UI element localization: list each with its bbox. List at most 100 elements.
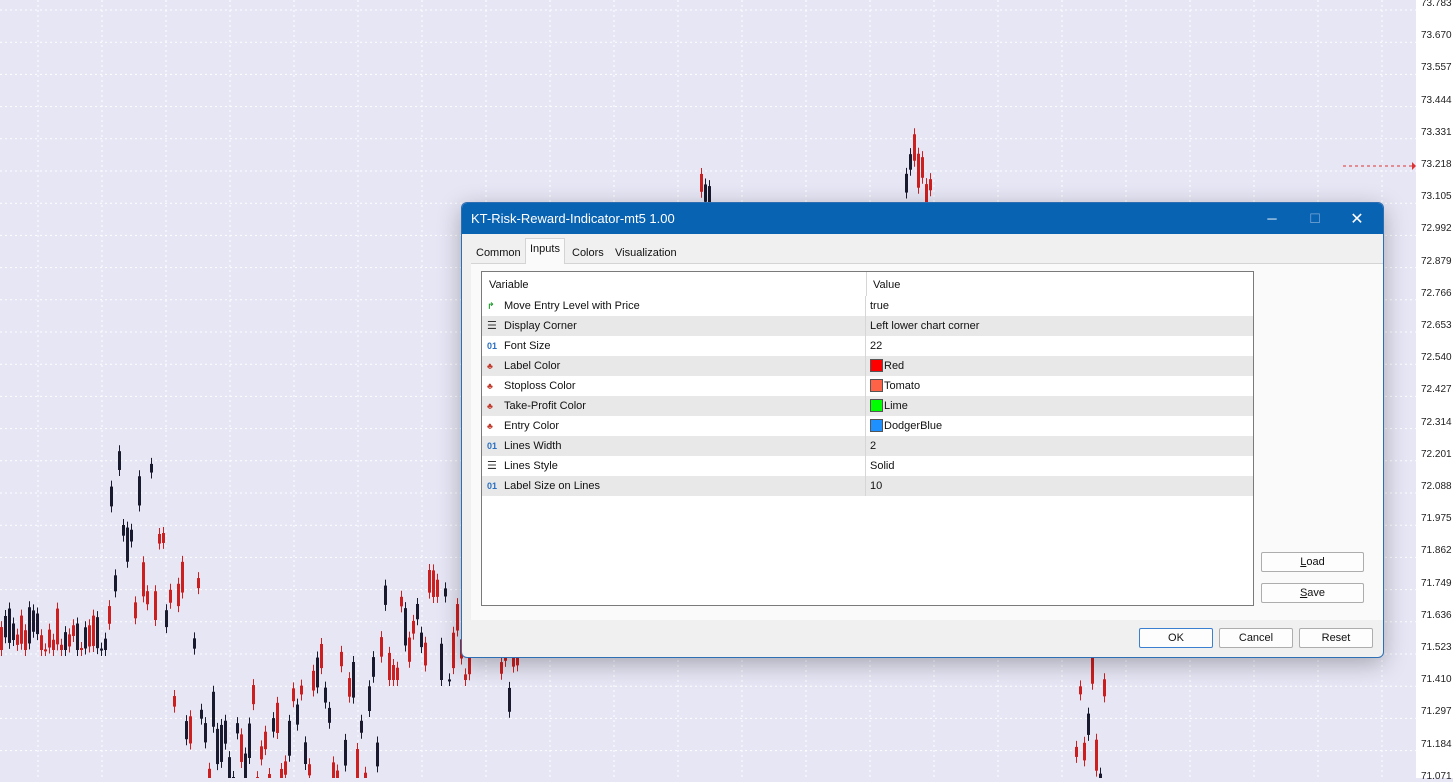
value-cell[interactable]: Left lower chart corner [866,316,1253,336]
variable-cell[interactable]: 01 Label Size on Lines [482,476,866,496]
table-row[interactable]: ↱ Move Entry Level with Price true [482,296,1253,316]
price-tick-label: 73.557 [1421,62,1452,74]
enum-list-icon: ☰ [487,460,497,472]
value-cell[interactable]: Tomato [866,376,1253,396]
variable-value: Lime [884,400,908,412]
variable-name: Label Size on Lines [504,480,601,492]
color-palette-icon: ♣ [487,421,493,431]
value-cell[interactable]: DodgerBlue [866,416,1253,436]
integer-01-icon: 01 [487,341,498,351]
variable-cell[interactable]: 01 Font Size [482,336,866,356]
inputs-table: Variable Value ↱ Move Entry Level with Pr… [481,271,1254,606]
maximize-icon: ☐ [1309,210,1321,226]
value-cell[interactable]: true [866,296,1253,316]
variable-value: 22 [870,340,883,352]
value-cell[interactable]: 10 [866,476,1253,496]
value-cell[interactable]: 2 [866,436,1253,456]
reset-button[interactable]: Reset [1299,628,1373,648]
table-row[interactable]: ♣ Stoploss Color Tomato [482,376,1253,396]
ok-button[interactable]: OK [1139,628,1213,648]
value-cell[interactable]: Lime [866,396,1253,416]
indicator-properties-dialog: KT-Risk-Reward-Indicator-mt5 1.00 ─ ☐ ✕ … [461,202,1384,658]
color-palette-icon: ♣ [487,401,493,411]
variable-cell[interactable]: ♣ Entry Color [482,416,866,436]
price-tick-label: 72.879 [1421,255,1452,267]
variable-cell[interactable]: 01 Lines Width [482,436,866,456]
price-tick-label: 71.184 [1421,738,1452,750]
price-tick-label: 73.331 [1421,126,1452,138]
variable-cell[interactable]: ♣ Label Color [482,356,866,376]
table-row[interactable]: ♣ Label Color Red [482,356,1253,376]
variable-name: Display Corner [504,320,577,332]
variable-value: Left lower chart corner [870,320,980,332]
table-row[interactable]: ♣ Entry Color DodgerBlue [482,416,1253,436]
variable-name: Take-Profit Color [504,400,586,412]
price-tick-label: 73.670 [1421,30,1452,42]
price-tick-label: 72.427 [1421,384,1452,396]
price-tick-label: 72.201 [1421,448,1452,460]
variable-value: 10 [870,480,883,492]
table-row[interactable]: 01 Font Size 22 [482,336,1253,356]
price-tick-label: 71.636 [1421,609,1452,621]
price-tick-label: 71.410 [1421,674,1452,686]
variable-name: Label Color [504,360,561,372]
value-cell[interactable]: Red [866,356,1253,376]
price-tick-label: 73.218 [1421,159,1452,170]
price-tick-label: 71.071 [1421,770,1452,782]
color-swatch [870,419,883,432]
variable-name: Stoploss Color [504,380,576,392]
table-row[interactable]: ♣ Take-Profit Color Lime [482,396,1253,416]
price-tick-label: 71.975 [1421,513,1452,525]
column-header-variable[interactable]: Variable [489,279,529,291]
table-row[interactable]: 01 Lines Width 2 [482,436,1253,456]
price-tick-label: 73.783 [1421,0,1452,9]
variable-name: Lines Width [504,440,562,452]
dialog-title: KT-Risk-Reward-Indicator-mt5 1.00 [471,211,675,226]
color-palette-icon: ♣ [487,361,493,371]
price-tick-label: 71.862 [1421,545,1452,557]
variable-cell[interactable]: ☰ Display Corner [482,316,866,336]
color-swatch [870,399,883,412]
price-tick-label: 73.444 [1421,94,1452,106]
dialog-titlebar[interactable]: KT-Risk-Reward-Indicator-mt5 1.00 ─ ☐ ✕ [462,203,1383,234]
value-cell[interactable]: Solid [866,456,1253,476]
load-button[interactable]: Load [1261,552,1364,572]
table-row[interactable]: ☰ Lines Style Solid [482,456,1253,476]
variable-cell[interactable]: ♣ Stoploss Color [482,376,866,396]
price-tick-label: 72.540 [1421,352,1452,364]
cancel-button[interactable]: Cancel [1219,628,1293,648]
save-button[interactable]: Save [1261,583,1364,603]
minimize-icon[interactable]: ─ [1249,203,1295,234]
price-tick-label: 71.297 [1421,706,1452,718]
value-cell[interactable]: 22 [866,336,1253,356]
tab-inputs[interactable]: Inputs [525,238,565,264]
close-icon[interactable]: ✕ [1334,203,1380,234]
variable-value: DodgerBlue [884,420,943,432]
variable-value: true [870,300,889,312]
tab-visualization[interactable]: Visualization [611,241,681,263]
price-tick-label: 72.088 [1421,481,1452,492]
enum-list-icon: ☰ [487,320,497,332]
price-tick-label: 71.523 [1421,642,1452,653]
price-tick-label: 72.314 [1421,416,1452,428]
price-tick-label: 71.749 [1421,577,1452,589]
table-row[interactable]: ☰ Display Corner Left lower chart corner [482,316,1253,336]
variable-cell[interactable]: ↱ Move Entry Level with Price [482,296,866,316]
variable-value: Red [884,360,905,372]
integer-01-icon: 01 [487,481,498,491]
variable-name: Font Size [504,340,551,352]
tab-colors[interactable]: Colors [568,241,608,263]
tab-common[interactable]: Common [472,241,525,263]
variable-cell[interactable]: ♣ Take-Profit Color [482,396,866,416]
bool-arrow-icon: ↱ [487,301,495,311]
variable-cell[interactable]: ☰ Lines Style [482,456,866,476]
variable-name: Entry Color [504,420,560,432]
price-tick-label: 72.992 [1421,223,1452,235]
table-row[interactable]: 01 Label Size on Lines 10 [482,476,1253,496]
price-tick-label: 72.766 [1421,287,1452,299]
table-header: Variable Value [482,272,1253,296]
integer-01-icon: 01 [487,441,498,451]
variable-value: 2 [870,440,877,452]
column-header-value[interactable]: Value [873,279,900,291]
variable-value: Tomato [884,380,921,392]
